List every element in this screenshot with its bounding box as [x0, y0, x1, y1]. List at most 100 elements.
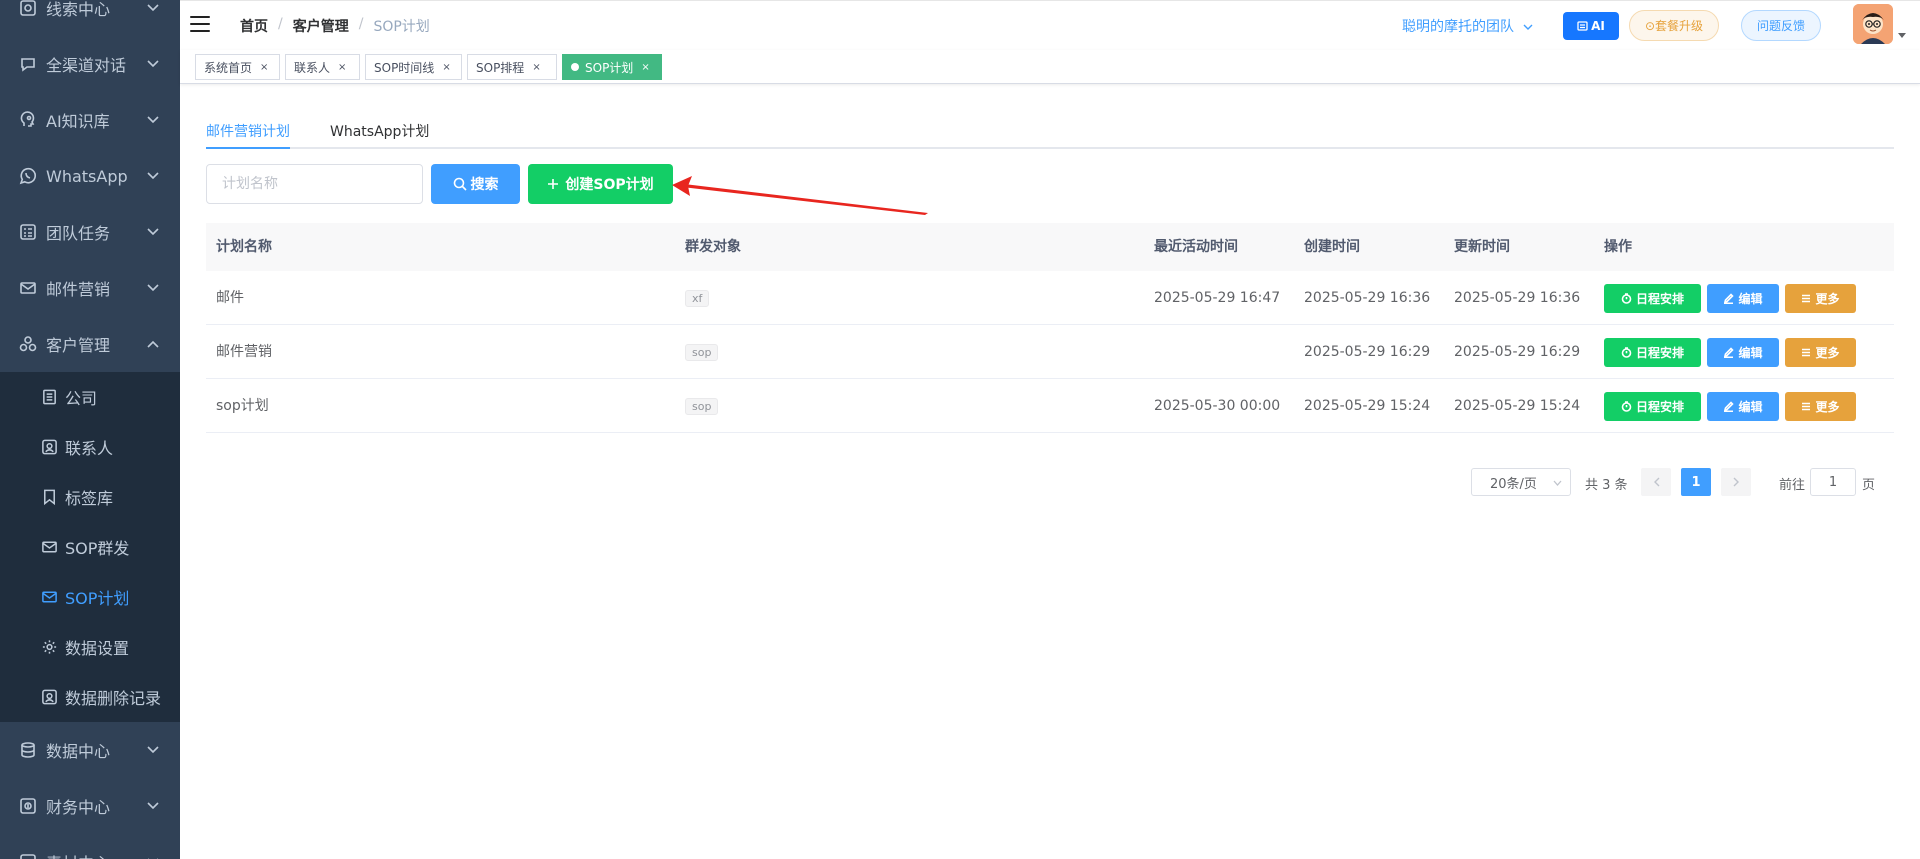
- tag-system-home[interactable]: 系统首页 ×: [195, 54, 280, 80]
- sidebar-item-omnichannel-chat[interactable]: 全渠道对话: [0, 36, 180, 92]
- close-icon[interactable]: ×: [532, 62, 540, 73]
- edit-button[interactable]: 编辑: [1707, 392, 1779, 421]
- goto-page-input[interactable]: [1810, 468, 1856, 496]
- column-header-target: 群发对象: [685, 239, 741, 255]
- tag-sop-schedule[interactable]: SOP排程 ×: [467, 54, 557, 80]
- edit-label: 编辑: [1738, 346, 1763, 360]
- schedule-button[interactable]: 日程安排: [1604, 392, 1701, 421]
- sidebar-item-label: AI知识库: [46, 112, 110, 131]
- feedback-label: 问题反馈: [1756, 19, 1805, 33]
- chevron-down-icon: [147, 60, 159, 68]
- tab-email-marketing-plan[interactable]: 邮件营销计划: [206, 121, 290, 141]
- sidebar-item-team-task[interactable]: 团队任务: [0, 204, 180, 260]
- plus-icon: [548, 179, 559, 189]
- tag-sop-plan[interactable]: SOP计划 ×: [562, 54, 662, 80]
- next-page-button[interactable]: [1721, 468, 1751, 496]
- chevron-up-icon: [147, 340, 159, 348]
- close-icon[interactable]: ×: [641, 62, 649, 73]
- cell-last-active: 2025-05-29 16:47: [1154, 290, 1281, 306]
- edit-icon: [1724, 347, 1735, 358]
- mail-icon: [42, 591, 57, 603]
- cell-updated: 2025-05-29 15:24: [1454, 398, 1581, 414]
- chevron-down-icon: [147, 228, 159, 236]
- sidebar-subitem-contact[interactable]: 联系人: [0, 422, 180, 472]
- avatar-caret-icon[interactable]: [1898, 33, 1906, 38]
- schedule-button[interactable]: 日程安排: [1604, 338, 1701, 367]
- sidebar-subitem-data-settings[interactable]: 数据设置: [0, 622, 180, 672]
- target-tag: xf: [685, 290, 710, 307]
- team-name: 聪明的摩托的团队: [1402, 19, 1514, 35]
- active-dot-icon: [571, 63, 579, 71]
- hamburger-menu-icon[interactable]: [190, 16, 210, 32]
- more-button[interactable]: 更多: [1785, 338, 1856, 367]
- avatar[interactable]: [1853, 4, 1893, 44]
- page-size-select[interactable]: 20条/页: [1471, 468, 1571, 496]
- schedule-label: 日程安排: [1635, 346, 1684, 360]
- cell-updated: 2025-05-29 16:29: [1454, 344, 1581, 360]
- close-icon[interactable]: ×: [338, 62, 346, 73]
- plan-name-search-input[interactable]: [206, 164, 423, 204]
- more-button[interactable]: 更多: [1785, 284, 1856, 313]
- breadcrumb-customer-management[interactable]: 客户管理: [293, 16, 349, 36]
- sidebar-item-email-marketing[interactable]: 邮件营销: [0, 260, 180, 316]
- contact-icon: [42, 439, 57, 455]
- ai-button[interactable]: AI: [1563, 12, 1619, 40]
- chevron-down-icon: [1523, 24, 1533, 30]
- close-icon[interactable]: ×: [442, 62, 450, 73]
- timer-icon: [1621, 401, 1632, 412]
- cell-plan-name: sop计划: [216, 398, 269, 414]
- chevron-down-icon: [147, 802, 159, 810]
- chevron-down-icon: [147, 284, 159, 292]
- sidebar-subitem-tag-library[interactable]: 标签库: [0, 472, 180, 522]
- prev-page-button[interactable]: [1641, 468, 1671, 496]
- more-button[interactable]: 更多: [1785, 392, 1856, 421]
- cell-plan-name: 邮件: [216, 290, 244, 306]
- search-button[interactable]: 搜索: [431, 164, 520, 204]
- create-button-label: 创建SOP计划: [565, 177, 654, 193]
- sidebar-item-finance-center[interactable]: 财务中心: [0, 778, 180, 834]
- sidebar-subitem-label: SOP群发: [65, 539, 130, 558]
- chevron-down-icon: [147, 746, 159, 754]
- sidebar: 线索中心 全渠道对话 AI知识库 WhatsApp 团队任务 邮件营销 客户管理…: [0, 0, 180, 859]
- chevron-right-icon: [1733, 477, 1739, 487]
- annotation-arrow-icon: [672, 176, 928, 215]
- task-list-icon: [20, 224, 36, 240]
- schedule-button[interactable]: 日程安排: [1604, 284, 1701, 313]
- edit-button[interactable]: 编辑: [1707, 284, 1779, 313]
- feedback-button[interactable]: 问题反馈: [1741, 10, 1821, 41]
- sidebar-item-label: 财务中心: [46, 798, 111, 817]
- search-button-label: 搜索: [470, 177, 499, 193]
- tag-sop-timeline[interactable]: SOP时间线 ×: [365, 54, 462, 80]
- close-icon[interactable]: ×: [260, 62, 268, 73]
- page-number-button[interactable]: 1: [1681, 468, 1711, 496]
- table-row: 邮件营销 sop 2025-05-29 16:29 2025-05-29 16:…: [206, 325, 1894, 379]
- sidebar-item-ai-knowledge[interactable]: AI知识库: [0, 92, 180, 148]
- sidebar-subitem-company[interactable]: 公司: [0, 372, 180, 422]
- sidebar-subitem-sop-plan[interactable]: SOP计划: [0, 572, 180, 622]
- tab-whatsapp-plan[interactable]: WhatsApp计划: [330, 121, 429, 141]
- mail-send-icon: [20, 282, 36, 294]
- sidebar-item-customer-management[interactable]: 客户管理: [0, 316, 180, 372]
- sidebar-item-label: 邮件营销: [46, 280, 111, 299]
- brain-icon: [20, 111, 35, 127]
- sidebar-item-material-center[interactable]: 素材中心: [0, 834, 180, 859]
- chevron-down-icon: [1553, 480, 1562, 486]
- sidebar-subitem-label: 公司: [65, 389, 98, 408]
- tag-label: 联系人: [294, 60, 331, 75]
- tag-label: SOP计划: [585, 60, 634, 75]
- table-row: 邮件 xf 2025-05-29 16:47 2025-05-29 16:36 …: [206, 271, 1894, 325]
- sidebar-item-whatsapp[interactable]: WhatsApp: [0, 148, 180, 204]
- edit-button[interactable]: 编辑: [1707, 338, 1779, 367]
- avatar-face-icon: [1853, 4, 1893, 44]
- database-icon: [21, 742, 35, 758]
- create-sop-plan-button[interactable]: 创建SOP计划: [528, 164, 673, 204]
- sidebar-subitem-sop-broadcast[interactable]: SOP群发: [0, 522, 180, 572]
- sidebar-subitem-data-deletion-log[interactable]: 数据删除记录: [0, 672, 180, 722]
- breadcrumb-home[interactable]: 首页: [240, 16, 268, 36]
- tag-contacts[interactable]: 联系人 ×: [285, 54, 360, 80]
- upgrade-plan-button[interactable]: ⊙套餐升级: [1629, 10, 1719, 41]
- team-switcher[interactable]: 聪明的摩托的团队: [1402, 16, 1533, 36]
- whatsapp-icon: [19, 167, 37, 185]
- sidebar-item-data-center[interactable]: 数据中心: [0, 722, 180, 778]
- sidebar-item-clue-center[interactable]: 线索中心: [0, 0, 180, 36]
